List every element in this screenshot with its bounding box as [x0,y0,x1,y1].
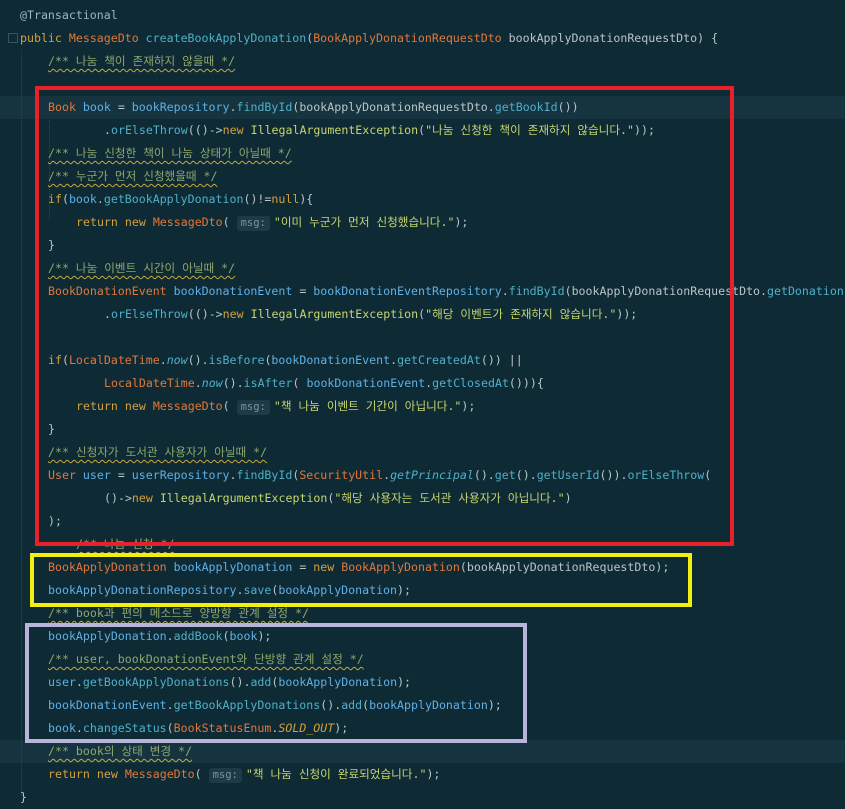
annotation: @Transactional [20,8,118,22]
code-line: } [20,786,845,809]
type-name: MessageDto [124,767,195,781]
string-literal: "책 나눔 신청이 완료되었습니다." [245,767,427,781]
comment: /** book과 편의 메소드로 양방향 관계 설정 */ [48,606,310,620]
indent-guide [21,50,22,795]
purple-highlight-box [25,623,527,743]
method-call: getDonation [767,284,844,298]
keyword: return [48,767,90,781]
punct: ) { [697,31,719,45]
code-line: public MessageDto createBookApplyDonatio… [20,31,719,45]
yellow-highlight-box [30,553,692,607]
parameter-hint: msg: [208,768,242,783]
code-editor[interactable]: @Transactional public MessageDto createB… [0,0,845,809]
fold-marker[interactable] [8,33,18,43]
code-line: return new MessageDto( msg: "책 나눔 신청이 완료되… [48,767,441,783]
code-line: /** 나눔 책이 존재하지 않을때 */ [48,50,845,73]
type-name: BookApplyDonationRequestDto [313,31,502,45]
param-name: bookApplyDonationRequestDto [508,31,698,45]
red-highlight-box [35,86,734,546]
method-name: createBookApplyDonation [145,31,307,45]
brace: } [20,790,27,804]
type-name: MessageDto [68,31,139,45]
keyword: new [96,767,118,781]
comment: /** book의 상태 변경 */ [48,744,193,758]
code-line: /** book의 상태 변경 */ [48,740,845,763]
code-line: @Transactional [20,4,845,27]
comment: /** 나눔 책이 존재하지 않을때 */ [48,54,236,68]
keyword: public [20,31,62,45]
